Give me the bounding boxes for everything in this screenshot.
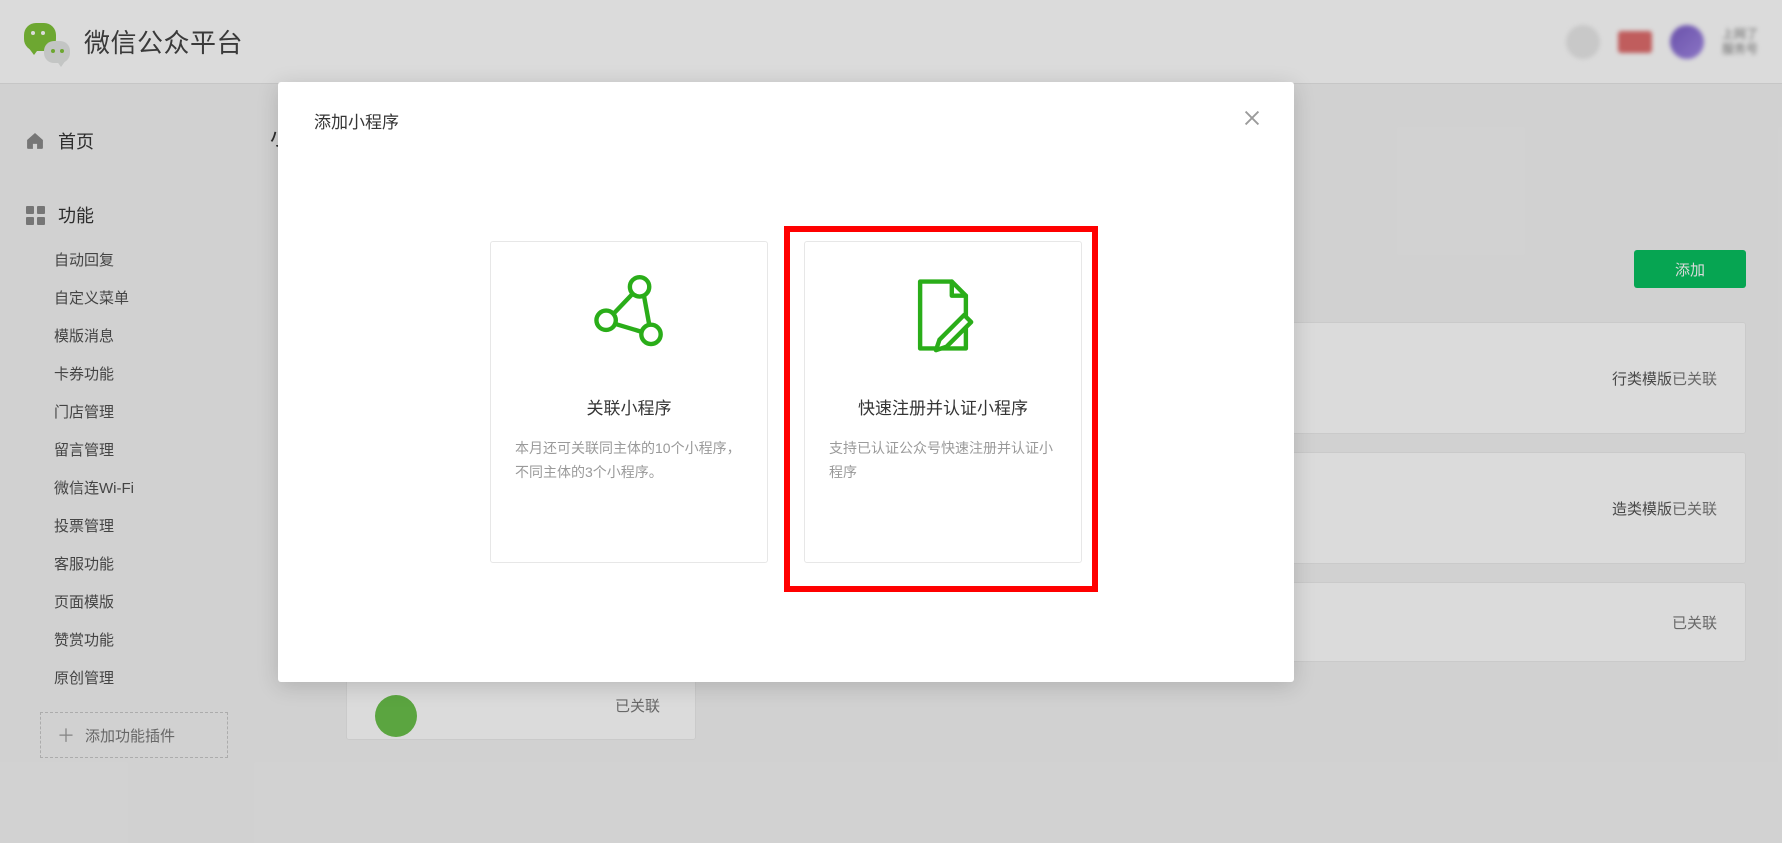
document-pen-icon [896,268,990,362]
modal-option-row: 关联小程序 本月还可关联同主体的10个小程序，不同主体的3个小程序。 快速注册并… [278,241,1294,563]
option-link-miniprogram[interactable]: 关联小程序 本月还可关联同主体的10个小程序，不同主体的3个小程序。 [490,241,768,563]
option-title: 快速注册并认证小程序 [858,394,1028,419]
option-title: 关联小程序 [587,394,672,419]
modal-title: 添加小程序 [278,82,1294,159]
link-graph-icon [582,268,676,362]
close-icon [1241,107,1263,129]
page-background: 微信公众平台 上网了 服务号 首页 功能 自动回复 自定义菜单 [0,0,1782,843]
add-miniprogram-modal: 添加小程序 关联小程序 本月还可关联同主体的10个小程序，不同主体的3 [278,82,1294,682]
option-quick-register-miniprogram[interactable]: 快速注册并认证小程序 支持已认证公众号快速注册并认证小程序 [804,241,1082,563]
option-desc: 支持已认证公众号快速注册并认证小程序 [805,437,1081,485]
modal-close-button[interactable] [1238,104,1266,132]
option-desc: 本月还可关联同主体的10个小程序，不同主体的3个小程序。 [491,437,767,485]
